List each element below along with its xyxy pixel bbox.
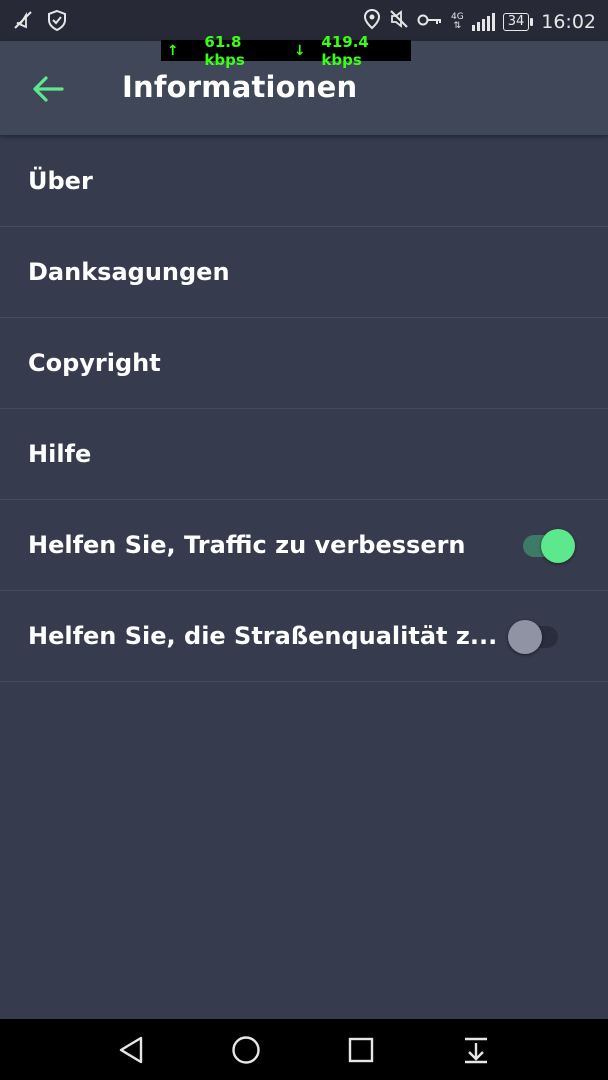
list-item-label: Helfen Sie, Traffic zu verbessern — [28, 531, 466, 559]
road-quality-toggle[interactable] — [508, 616, 564, 656]
list-item-strassenqualitaet[interactable]: Helfen Sie, die Straßenqualität z... — [0, 591, 608, 682]
home-circle-icon[interactable] — [229, 1033, 263, 1067]
list-item-label: Helfen Sie, die Straßenqualität z... — [28, 622, 498, 650]
list-item-danksagungen[interactable]: Danksagungen — [0, 227, 608, 318]
list-item-ueber[interactable]: Über — [0, 136, 608, 227]
shield-check-icon — [46, 9, 68, 35]
clock: 16:02 — [541, 10, 596, 33]
network-type: 4G ⇅ — [450, 11, 464, 31]
list-item-label: Hilfe — [28, 440, 92, 468]
signal-icon — [471, 12, 495, 31]
back-triangle-icon[interactable] — [114, 1033, 148, 1067]
page-title: Informationen — [122, 70, 358, 104]
traffic-toggle[interactable] — [519, 525, 575, 565]
battery-icon: 34 — [502, 12, 533, 31]
list-item-label: Copyright — [28, 349, 161, 377]
recents-square-icon[interactable] — [344, 1033, 378, 1067]
list-item-traffic[interactable]: Helfen Sie, Traffic zu verbessern — [0, 500, 608, 591]
download-speed: 419.4 kbps — [321, 32, 369, 69]
toggle-knob — [508, 620, 542, 654]
upload-arrow-icon: ↑ — [166, 42, 179, 59]
mute-icon — [12, 9, 34, 35]
navigation-bar — [0, 1019, 608, 1080]
download-arrow-icon: ↓ — [293, 42, 306, 59]
vpn-key-icon — [417, 11, 443, 33]
upload-speed: 61.8 kbps — [204, 32, 245, 69]
vibrate-off-icon — [389, 8, 409, 35]
list-item-hilfe[interactable]: Hilfe — [0, 409, 608, 500]
list-item-copyright[interactable]: Copyright — [0, 318, 608, 409]
status-bar: 4G ⇅ 34 16:02 — [0, 0, 608, 41]
notification-pull-icon[interactable] — [459, 1033, 493, 1067]
location-icon — [363, 8, 381, 35]
speed-meter: ↑ 61.8 kbps ↓ 419.4 kbps — [161, 33, 411, 69]
list-item-label: Über — [28, 167, 93, 195]
info-list: Über Danksagungen Copyright Hilfe Helfen… — [0, 136, 608, 682]
list-item-label: Danksagungen — [28, 258, 230, 286]
arrow-back-icon[interactable] — [28, 69, 68, 109]
toggle-knob — [541, 529, 575, 563]
